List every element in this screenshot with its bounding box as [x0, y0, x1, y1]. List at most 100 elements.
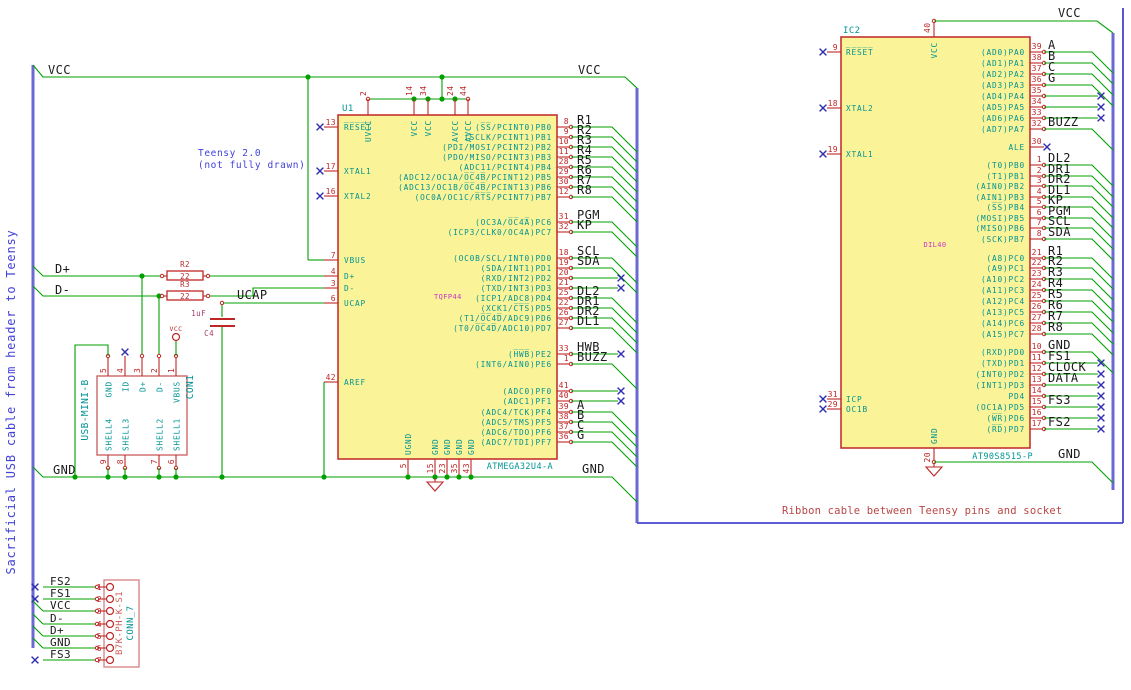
ground-symbol — [924, 466, 944, 477]
pin-end-dot — [205, 273, 211, 279]
pin-name: GND — [443, 439, 452, 455]
note-teensy-line2: (not fully drawn) — [198, 160, 305, 171]
pin-number: 11 — [559, 147, 569, 156]
pin-number: 10 — [1032, 342, 1042, 351]
pin-name: GND — [431, 439, 440, 455]
pin-name: (ADC11/PCINT4)PB4 — [459, 163, 552, 172]
pin-name: (S̅S̅)PB4 — [987, 203, 1025, 212]
pin-name: (SCK)PB7 — [981, 235, 1025, 244]
pin-number: 13 — [326, 118, 336, 127]
net-label-dminus: D- — [55, 283, 70, 297]
pin-name: (H̅W̅B̅)PE2 — [508, 350, 552, 359]
conn7-pin-circle — [105, 643, 115, 653]
pin-number: 7 — [97, 656, 102, 665]
net-label-fs3: FS3 — [1048, 393, 1071, 407]
pin-number: 40 — [923, 23, 932, 33]
vcc-flag-label: VCC — [170, 325, 183, 333]
pin-number: 16 — [1032, 408, 1042, 417]
net-label-gnd: GND — [1058, 447, 1081, 461]
pin-number: 20 — [559, 268, 569, 277]
pin-name: SHELL1 — [173, 418, 182, 451]
conn7-pin-circle — [105, 631, 115, 641]
pin-number: 30 — [559, 177, 569, 186]
pin-number: 2 — [97, 595, 102, 604]
schematic-canvas: VCC VCCGND GNDU1TQFP44ATMEGA32U4-A2UVCC14V… — [4, 6, 1124, 668]
pin-number: 28 — [559, 157, 569, 166]
pin-number: 19 — [828, 145, 838, 154]
net-label-sda: SDA — [1048, 225, 1071, 239]
pin-number: 31 — [559, 212, 569, 221]
pin-number: 16 — [326, 187, 336, 196]
net-label-buzz: BUZZ — [577, 350, 608, 364]
pin-end-dot — [205, 293, 211, 299]
pin-number: 37 — [559, 422, 569, 431]
net-label-vcc: VCC — [48, 63, 71, 77]
pin-number: 28 — [1032, 324, 1042, 333]
pin-name: (A14)PC6 — [981, 319, 1025, 328]
pin-end-dot — [219, 300, 225, 306]
pin-name: (ADC13/OC1B/O̅C̅4̅B̅/PCINT13)PB6 — [398, 183, 552, 192]
pin-number: 31 — [828, 390, 838, 399]
pin-number: 14 — [1032, 386, 1042, 395]
pin-name: VCC — [424, 120, 433, 136]
pin-name: (A11)PC3 — [981, 286, 1025, 295]
net-label-dl1: DL1 — [577, 314, 600, 328]
pin-name: (MOSI)PB5 — [976, 214, 1025, 223]
pin-name: (TXD/INT3)PD3 — [481, 284, 552, 293]
pin-number: 25 — [1032, 291, 1042, 300]
pin-number: 7 — [1037, 218, 1042, 227]
pin-number: 13 — [1032, 375, 1042, 384]
pin-name: (PDI/MOSI/PCINT2)PB2 — [442, 143, 552, 152]
pin-name: (ADC1)PF1 — [503, 397, 552, 406]
pin-number: 9 — [564, 127, 569, 136]
pin-name: GND — [930, 428, 939, 444]
net-label-gnd: GND — [53, 463, 76, 477]
conn7-pin-circle — [105, 582, 115, 592]
pin-name: (AD0)PA0 — [981, 48, 1025, 57]
pin-name: XTAL2 — [846, 104, 873, 113]
pin-number: 11 — [1032, 353, 1042, 362]
pin-name: (AD7)PA7 — [981, 125, 1025, 134]
pin-name: (W̅R̅)PD6 — [987, 414, 1025, 423]
pin-number: 44 — [459, 86, 468, 96]
pin-name: VBUS — [344, 256, 366, 265]
pin-number: 5 — [99, 368, 108, 373]
pin-name: ICP — [846, 395, 862, 404]
wire — [1044, 128, 1114, 151]
c4-ref: C4 — [204, 329, 214, 338]
note-usb-cable: Sacrificial USB cable from header to Tee… — [4, 229, 18, 574]
pin-number: 8 — [1037, 229, 1042, 238]
junction-dot — [321, 474, 327, 480]
pin-name: (OC1A)PD5 — [976, 403, 1025, 412]
net-label-vcc: VCC — [1058, 6, 1081, 20]
pin-name: VBUS — [173, 381, 182, 403]
pin-name: (AD5)PA5 — [981, 103, 1025, 112]
net-label-kp: KP — [577, 218, 592, 232]
net-label-r8: R8 — [577, 183, 592, 197]
net-label-vcc: VCC — [50, 599, 71, 612]
junction-dot — [122, 474, 128, 480]
pin-number: 7 — [331, 251, 336, 260]
conn7-ref: CONN_7 — [126, 606, 136, 641]
pin-end-dot — [159, 293, 165, 299]
junction-dot — [439, 96, 445, 102]
pin-number: 22 — [559, 298, 569, 307]
junction-dot — [468, 474, 474, 480]
pin-name: (A13)PC5 — [981, 308, 1025, 317]
net-label-sda: SDA — [577, 254, 600, 268]
pin-name: (T1/O̅C̅4̅D̅/ADC9)PD6 — [459, 314, 552, 323]
note-teensy-line1: Teensy 2.0 — [198, 148, 261, 159]
pin-number: 17 — [326, 162, 336, 171]
u1-ref: U1 — [342, 104, 354, 114]
pin-number: 1 — [167, 368, 176, 373]
pin-number: 2 — [359, 91, 368, 96]
pin-name: (RXD/INT2)PD2 — [481, 274, 552, 283]
schematic-page: VCC VCC GND GND U1 TQFP44 ATMEGA32U4-A 2 UVCC 14 V… — [0, 0, 1131, 690]
pin-name: GND — [467, 439, 476, 455]
pin-name: (S̅S̅/PCINT0)PB0 — [475, 123, 552, 132]
pin-end-dot — [156, 353, 162, 359]
pin-name: (OC0B/SCL/INT0)PD0 — [453, 254, 552, 263]
pin-number: 1 — [97, 583, 102, 592]
u1-value: ATMEGA32U4-A — [487, 462, 553, 472]
pin-number: 8 — [564, 117, 569, 126]
